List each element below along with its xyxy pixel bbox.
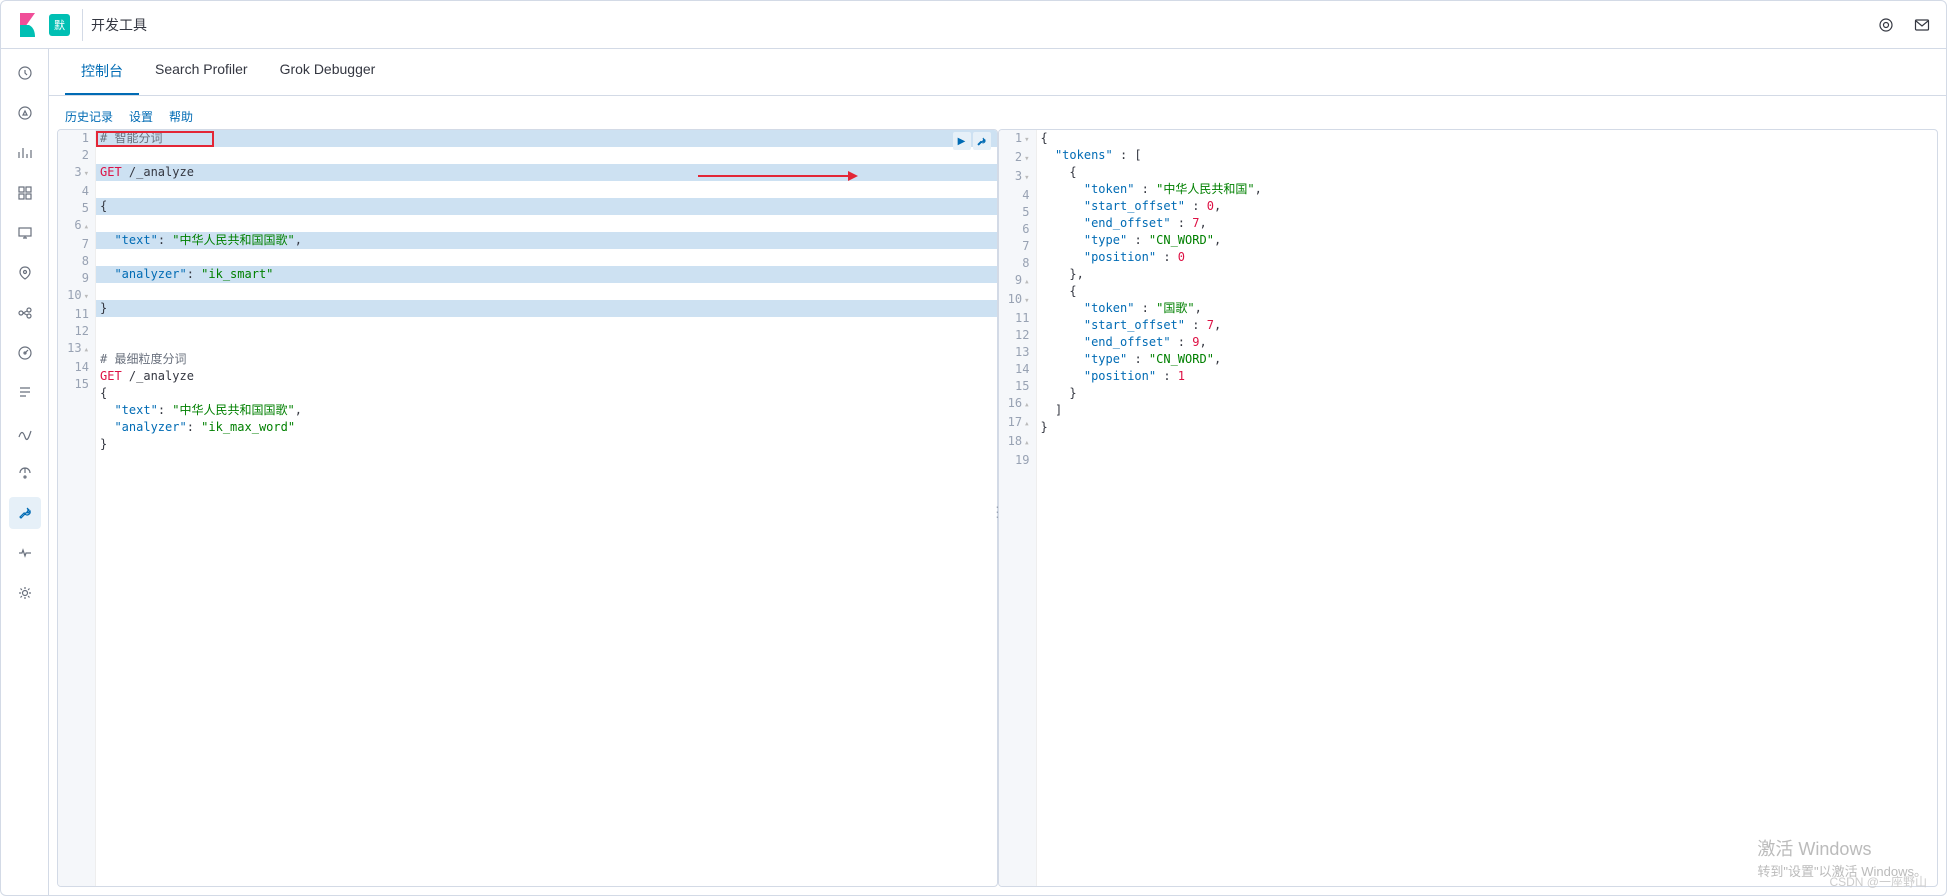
tab-grok-debugger[interactable]: Grok Debugger: [264, 49, 392, 95]
maps-icon[interactable]: [9, 257, 41, 289]
subtabs: 历史记录 设置 帮助: [49, 96, 1946, 129]
dashboard-icon[interactable]: [9, 177, 41, 209]
app-badge[interactable]: 默: [49, 14, 70, 36]
topbar: 默 开发工具: [1, 1, 1946, 49]
management-icon[interactable]: [9, 577, 41, 609]
subtab-settings[interactable]: 设置: [129, 104, 153, 129]
mail-icon[interactable]: [1906, 9, 1938, 41]
kibana-logo-icon[interactable]: [17, 13, 41, 37]
canvas-icon[interactable]: [9, 217, 41, 249]
ml-icon[interactable]: [9, 297, 41, 329]
uptime-icon[interactable]: [9, 457, 41, 489]
tab-console[interactable]: 控制台: [65, 49, 139, 95]
discover-icon[interactable]: [9, 97, 41, 129]
recent-icon[interactable]: [9, 57, 41, 89]
breadcrumb: 开发工具: [82, 9, 147, 41]
logs-icon[interactable]: [9, 377, 41, 409]
devtools-icon[interactable]: [9, 497, 41, 529]
tabs: 控制台 Search Profiler Grok Debugger: [49, 49, 1946, 96]
editor-code[interactable]: # 智能分词 GET /_analyze { "text": "中华人民共和国国…: [96, 130, 997, 886]
visualize-icon[interactable]: [9, 137, 41, 169]
run-button[interactable]: ▶: [953, 132, 971, 150]
output-gutter: 1▾2▾3▾456789▴10▾111213141516▴17▴18▴19: [999, 130, 1037, 886]
output-panel[interactable]: 1▾2▾3▾456789▴10▾111213141516▴17▴18▴19 { …: [998, 129, 1939, 887]
metrics-icon[interactable]: [9, 337, 41, 369]
subtab-help[interactable]: 帮助: [169, 104, 193, 129]
newsfeed-icon[interactable]: [1870, 9, 1902, 41]
editor-panel[interactable]: 123▾456▴78910▾111213▴1415 # 智能分词 GET /_a…: [57, 129, 998, 887]
sidebar: [1, 49, 49, 895]
wrench-button[interactable]: [973, 132, 991, 150]
output-code: { "tokens" : [ { "token" : "中华人民共和国", "s…: [1037, 130, 1938, 886]
subtab-history[interactable]: 历史记录: [65, 104, 113, 129]
monitoring-icon[interactable]: [9, 537, 41, 569]
editor-gutter: 123▾456▴78910▾111213▴1415: [58, 130, 96, 886]
apm-icon[interactable]: [9, 417, 41, 449]
tab-search-profiler[interactable]: Search Profiler: [139, 49, 264, 95]
